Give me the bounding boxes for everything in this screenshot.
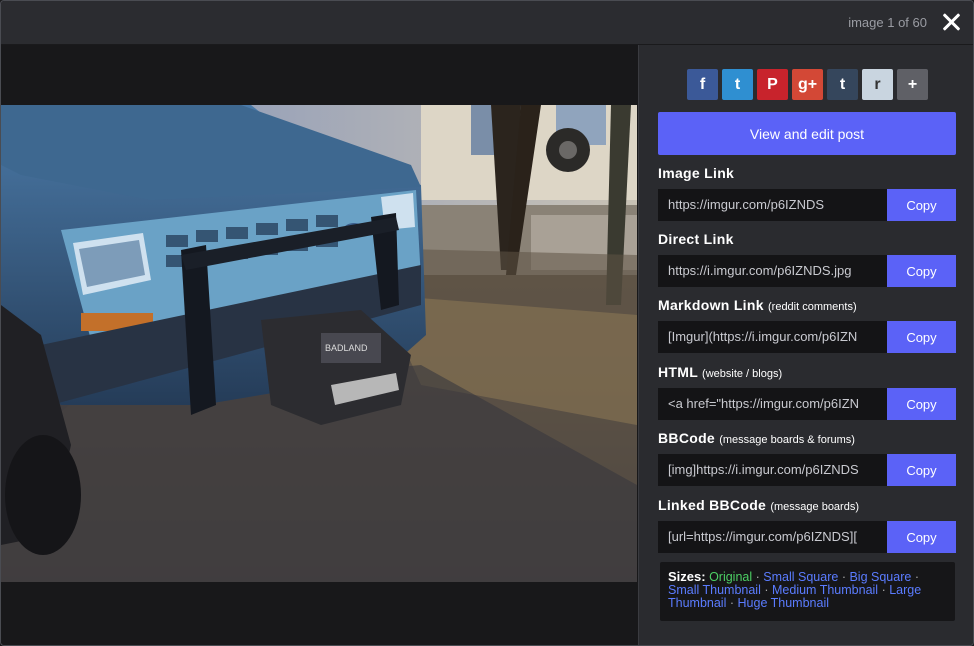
linked-bbcode-group: Linked BBCode (message boards) [url=http…	[658, 497, 956, 553]
size-medium-thumbnail-link[interactable]: Medium Thumbnail	[772, 583, 878, 597]
view-edit-post-button[interactable]: View and edit post	[658, 112, 956, 155]
size-small-thumbnail-link[interactable]: Small Thumbnail	[668, 583, 761, 597]
html-field[interactable]: <a href="https://imgur.com/p6IZN	[658, 388, 887, 420]
tumblr-icon[interactable]: t	[827, 69, 858, 100]
pinterest-icon[interactable]: P	[757, 69, 788, 100]
size-original: Original	[709, 570, 753, 584]
lightbox-header: image 1 of 60	[1, 1, 973, 45]
copy-image-link-button[interactable]: Copy	[887, 189, 956, 221]
size-big-square-link[interactable]: Big Square	[849, 570, 911, 584]
html-group: HTML (website / blogs) <a href="https://…	[658, 364, 956, 420]
copy-markdown-link-button[interactable]: Copy	[887, 321, 956, 353]
sizes-label: Sizes:	[668, 569, 706, 584]
sizes-panel: Sizes: Original · Small Square · Big Squ…	[660, 562, 955, 621]
lightbox: image 1 of 60 BADLAND f t P g+ t r + Vie…	[0, 0, 974, 646]
bbcode-group: BBCode (message boards & forums) [img]ht…	[658, 430, 956, 486]
copy-bbcode-button[interactable]: Copy	[887, 454, 956, 486]
html-label: HTML (website / blogs)	[658, 364, 783, 380]
truck-photo[interactable]: BADLAND	[1, 105, 637, 582]
social-share-bar: f t Pg+ t r +	[687, 69, 928, 100]
markdown-link-label: Markdown Link (reddit comments)	[658, 297, 857, 313]
image-link-group: Image Link https://imgur.com/p6IZNDS Cop…	[658, 165, 956, 221]
markdown-hint: (reddit comments)	[768, 301, 857, 313]
close-icon[interactable]	[939, 10, 963, 34]
image-counter: image 1 of 60	[848, 15, 927, 30]
markdown-link-group: Markdown Link (reddit comments) [Imgur](…	[658, 297, 956, 353]
direct-link-group: Direct Link https://i.imgur.com/p6IZNDS.…	[658, 231, 956, 287]
copy-html-button[interactable]: Copy	[887, 388, 956, 420]
linked-bbcode-label: Linked BBCode (message boards)	[658, 497, 859, 513]
copy-direct-link-button[interactable]: Copy	[887, 255, 956, 287]
bbcode-label: BBCode (message boards & forums)	[658, 430, 855, 446]
linked-bbcode-field[interactable]: [url=https://imgur.com/p6IZNDS][	[658, 521, 887, 553]
plus-icon[interactable]: +	[897, 69, 928, 100]
google-plus-icon[interactable]: g+	[792, 69, 823, 100]
image-link-label: Image Link	[658, 165, 735, 181]
direct-link-field[interactable]: https://i.imgur.com/p6IZNDS.jpg	[658, 255, 887, 287]
bbcode-field[interactable]: [img]https://i.imgur.com/p6IZNDS	[658, 454, 887, 486]
svg-text:BADLAND: BADLAND	[325, 343, 368, 353]
image-viewer: BADLAND	[1, 45, 638, 645]
bbcode-hint: (message boards & forums)	[719, 434, 855, 446]
copy-linked-bbcode-button[interactable]: Copy	[887, 521, 956, 553]
html-hint: (website / blogs)	[702, 368, 783, 380]
reddit-icon[interactable]: r	[862, 69, 893, 100]
share-sidebar: f t Pg+ t r + View and edit post Image Link h…	[638, 45, 973, 645]
linked-bbcode-hint: (message boards)	[770, 501, 859, 513]
direct-link-label: Direct Link	[658, 231, 734, 247]
size-huge-thumbnail-link[interactable]: Huge Thumbnail	[738, 596, 830, 610]
image-link-field[interactable]: https://imgur.com/p6IZNDS	[658, 189, 887, 221]
size-small-square-link[interactable]: Small Square	[763, 570, 838, 584]
facebook-icon[interactable]: f	[687, 69, 718, 100]
twitter-icon[interactable]: t	[722, 69, 753, 100]
markdown-link-field[interactable]: [Imgur](https://i.imgur.com/p6IZN	[658, 321, 887, 353]
